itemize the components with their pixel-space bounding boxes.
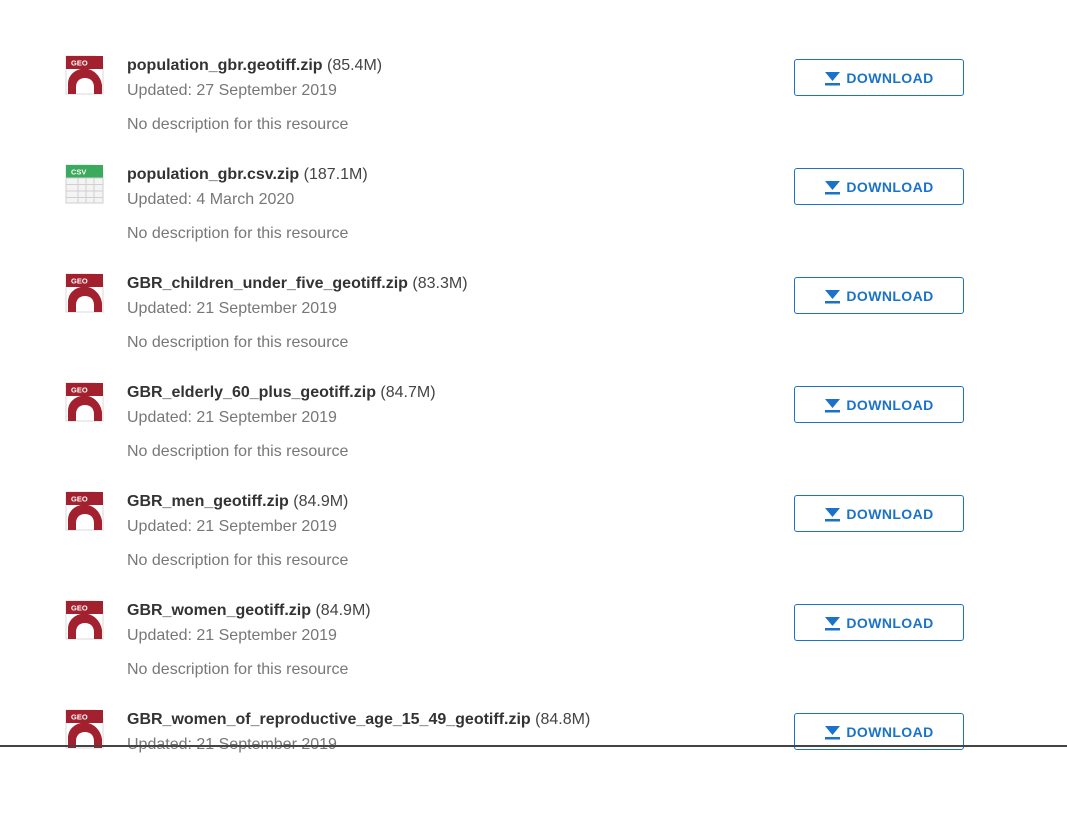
- csv-file-icon: CSV: [65, 164, 104, 204]
- resource-updated: Updated: 21 September 2019: [127, 518, 337, 535]
- resource-size: (83.3M): [412, 275, 468, 292]
- download-icon: [824, 616, 841, 631]
- resource-updated: Updated: 21 September 2019: [127, 300, 337, 317]
- resource-info: population_gbr.csv.zip (187.1M) Updated:…: [127, 162, 767, 246]
- download-label: DOWNLOAD: [846, 614, 934, 631]
- download-button[interactable]: DOWNLOAD: [794, 386, 964, 423]
- resource-description: No description for this resource: [127, 116, 349, 133]
- resource-updated: Updated: 21 September 2019: [127, 409, 337, 426]
- resource-name[interactable]: GBR_men_geotiff.zip: [127, 493, 289, 510]
- geotiff-file-icon: GEO: [65, 382, 104, 422]
- resource-size: (84.7M): [380, 384, 436, 401]
- resource-item: GEO GBR_women_of_reproductive_age_15_49_…: [0, 707, 1067, 816]
- resource-title: population_gbr.geotiff.zip (85.4M): [127, 53, 767, 79]
- download-label: DOWNLOAD: [846, 723, 934, 740]
- resource-info: GBR_women_geotiff.zip (84.9M) Updated: 2…: [127, 598, 767, 682]
- resource-size: (84.9M): [315, 602, 371, 619]
- download-button[interactable]: DOWNLOAD: [794, 277, 964, 314]
- download-label: DOWNLOAD: [846, 287, 934, 304]
- resource-name[interactable]: population_gbr.csv.zip: [127, 166, 299, 183]
- resource-updated: Updated: 27 September 2019: [127, 82, 337, 99]
- download-label: DOWNLOAD: [846, 178, 934, 195]
- geotiff-file-icon: GEO: [65, 273, 104, 313]
- download-button[interactable]: DOWNLOAD: [794, 168, 964, 205]
- resource-info: GBR_children_under_five_geotiff.zip (83.…: [127, 271, 767, 355]
- svg-text:CSV: CSV: [71, 168, 86, 177]
- resource-name[interactable]: GBR_women_geotiff.zip: [127, 602, 311, 619]
- svg-text:GEO: GEO: [71, 495, 88, 504]
- svg-text:GEO: GEO: [71, 386, 88, 395]
- resource-info: GBR_elderly_60_plus_geotiff.zip (84.7M) …: [127, 380, 767, 464]
- geotiff-file-icon: GEO: [65, 709, 104, 749]
- resource-item: GEO GBR_men_geotiff.zip (84.9M) Updated:…: [0, 489, 1067, 598]
- resource-title: GBR_women_of_reproductive_age_15_49_geot…: [127, 707, 767, 733]
- geotiff-file-icon: GEO: [65, 600, 104, 640]
- download-icon: [824, 289, 841, 304]
- resource-description: No description for this resource: [127, 443, 349, 460]
- resource-title: GBR_children_under_five_geotiff.zip (83.…: [127, 271, 767, 297]
- resource-name[interactable]: GBR_elderly_60_plus_geotiff.zip: [127, 384, 376, 401]
- download-button[interactable]: DOWNLOAD: [794, 604, 964, 641]
- resource-description: No description for this resource: [127, 661, 349, 678]
- resource-updated: Updated: 21 September 2019: [127, 627, 337, 644]
- resource-name[interactable]: GBR_children_under_five_geotiff.zip: [127, 275, 408, 292]
- resource-updated: Updated: 4 March 2020: [127, 191, 295, 208]
- resource-name[interactable]: GBR_women_of_reproductive_age_15_49_geot…: [127, 711, 531, 728]
- resource-item: GEO population_gbr.geotiff.zip (85.4M) U…: [0, 53, 1067, 162]
- resource-size: (85.4M): [326, 57, 383, 74]
- resource-title: population_gbr.csv.zip (187.1M): [127, 162, 767, 188]
- resource-item: GEO GBR_elderly_60_plus_geotiff.zip (84.…: [0, 380, 1067, 489]
- resource-name[interactable]: population_gbr.geotiff.zip: [127, 57, 323, 74]
- svg-text:GEO: GEO: [71, 604, 88, 613]
- resource-item: CSV population_gbr.csv.zip (187.1M) Upda…: [0, 162, 1067, 271]
- resource-description: No description for this resource: [127, 334, 349, 351]
- resource-item: GEO GBR_children_under_five_geotiff.zip …: [0, 271, 1067, 380]
- download-icon: [824, 507, 841, 522]
- resource-info: GBR_women_of_reproductive_age_15_49_geot…: [127, 707, 767, 757]
- resource-size: (84.9M): [293, 493, 349, 510]
- download-icon: [824, 725, 841, 740]
- resource-title: GBR_women_geotiff.zip (84.9M): [127, 598, 767, 624]
- resource-title: GBR_men_geotiff.zip (84.9M): [127, 489, 767, 515]
- download-icon: [824, 398, 841, 413]
- resource-size: (84.8M): [535, 711, 591, 728]
- resource-size: (187.1M): [303, 166, 368, 183]
- geotiff-file-icon: GEO: [65, 55, 104, 95]
- resource-title: GBR_elderly_60_plus_geotiff.zip (84.7M): [127, 380, 767, 406]
- download-label: DOWNLOAD: [846, 396, 934, 413]
- svg-text:GEO: GEO: [71, 59, 88, 68]
- download-icon: [824, 180, 841, 195]
- resource-info: population_gbr.geotiff.zip (85.4M) Updat…: [127, 53, 767, 137]
- resource-list: GEO population_gbr.geotiff.zip (85.4M) U…: [0, 53, 1067, 816]
- svg-text:GEO: GEO: [71, 277, 88, 286]
- resource-item: GEO GBR_women_geotiff.zip (84.9M) Update…: [0, 598, 1067, 707]
- geotiff-file-icon: GEO: [65, 491, 104, 531]
- download-button[interactable]: DOWNLOAD: [794, 59, 964, 96]
- download-label: DOWNLOAD: [846, 69, 934, 86]
- svg-text:GEO: GEO: [71, 713, 88, 722]
- download-icon: [824, 71, 841, 86]
- download-label: DOWNLOAD: [846, 505, 934, 522]
- resource-description: No description for this resource: [127, 225, 349, 242]
- resource-description: No description for this resource: [127, 552, 349, 569]
- resource-info: GBR_men_geotiff.zip (84.9M) Updated: 21 …: [127, 489, 767, 573]
- download-button[interactable]: DOWNLOAD: [794, 495, 964, 532]
